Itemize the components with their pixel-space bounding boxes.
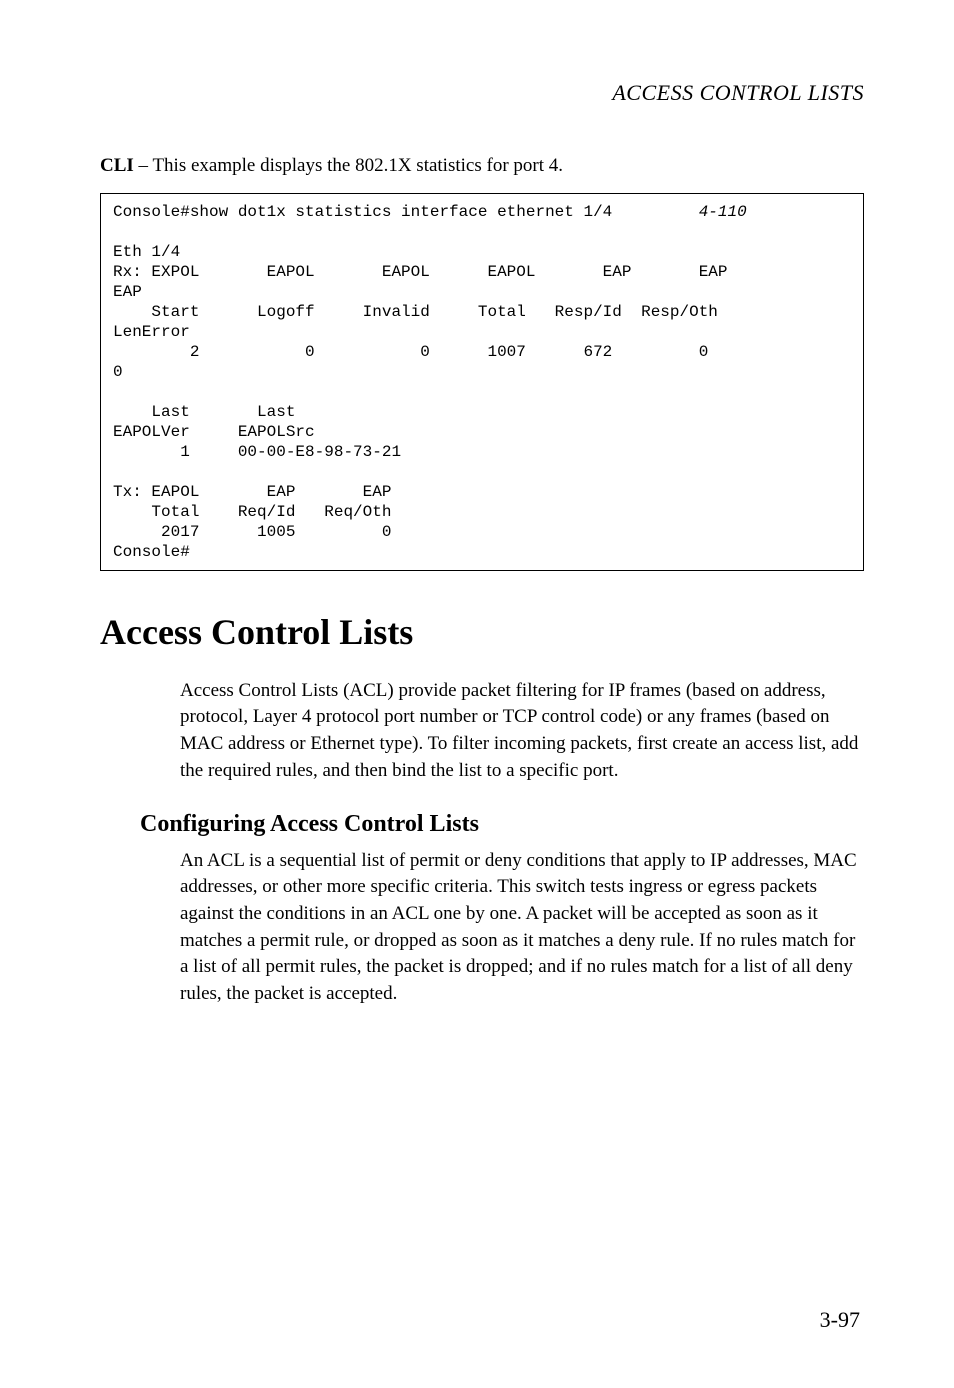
code-listing: Console#show dot1x statistics interface … bbox=[100, 193, 864, 571]
code-l13: 1 00-00-E8-98-73-21 bbox=[113, 443, 401, 461]
code-l4: Rx: EXPOL EAPOL EAPOL EAPOL EAP EAP bbox=[113, 263, 728, 281]
code-l12: EAPOLVer EAPOLSrc bbox=[113, 423, 315, 441]
code-cmd: Console#show dot1x statistics interface … bbox=[113, 203, 612, 221]
subsection-heading: Configuring Access Control Lists bbox=[140, 808, 864, 842]
code-l6: Start Logoff Invalid Total Resp/Id Resp/… bbox=[113, 303, 718, 321]
paragraph-2: An ACL is a sequential list of permit or… bbox=[180, 848, 864, 1008]
intro-rest: – This example displays the 802.1X stati… bbox=[134, 155, 563, 176]
code-l16: Total Req/Id Req/Oth bbox=[113, 503, 391, 521]
section-heading: Access Control Lists bbox=[100, 607, 864, 657]
intro-line: CLI – This example displays the 802.1X s… bbox=[100, 153, 864, 180]
running-head: ACCESS CONTROL LISTS bbox=[100, 78, 864, 109]
code-l18: Console# bbox=[113, 543, 190, 561]
code-ref: 4-110 bbox=[699, 203, 747, 221]
intro-bold: CLI bbox=[100, 155, 134, 176]
code-l9: 0 bbox=[113, 363, 123, 381]
code-l17: 2017 1005 0 bbox=[113, 523, 391, 541]
code-l15: Tx: EAPOL EAP EAP bbox=[113, 483, 391, 501]
code-l7: LenError bbox=[113, 323, 190, 341]
code-l11: Last Last bbox=[113, 403, 295, 421]
code-l3: Eth 1/4 bbox=[113, 243, 180, 261]
paragraph-1: Access Control Lists (ACL) provide packe… bbox=[180, 678, 864, 784]
code-l8: 2 0 0 1007 672 0 bbox=[113, 343, 708, 361]
page-number: 3-97 bbox=[820, 1305, 860, 1336]
code-l5: EAP bbox=[113, 283, 142, 301]
